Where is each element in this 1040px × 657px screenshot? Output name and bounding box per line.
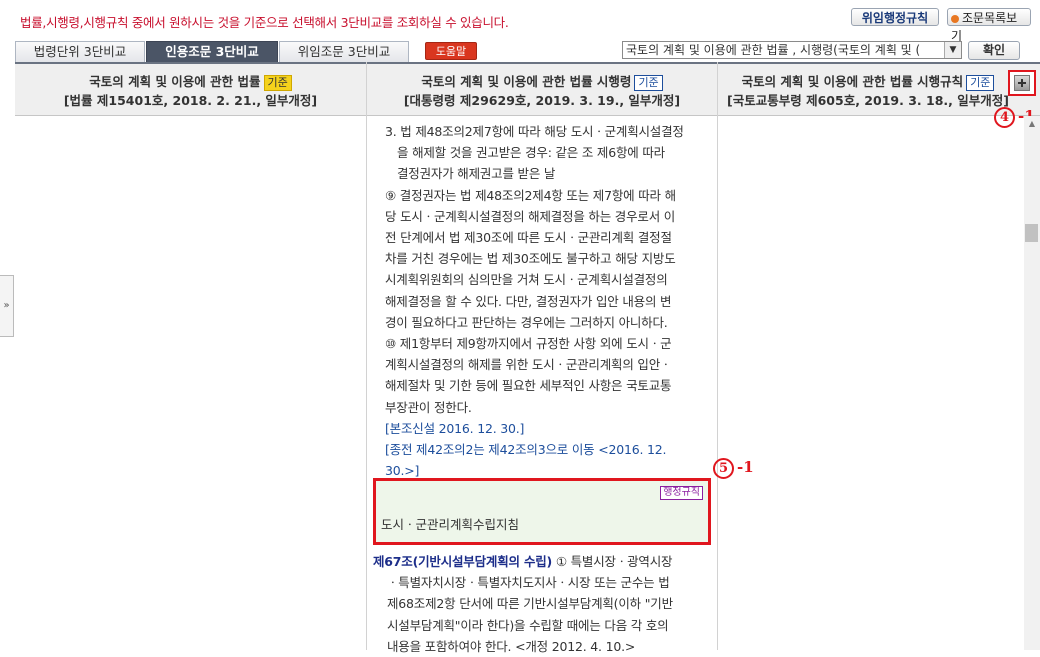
column-divider [366, 62, 367, 650]
admin-rule-link[interactable]: 도시ㆍ군관리계획수립지침 [381, 514, 519, 533]
column-decree-badge[interactable]: 기준 [634, 75, 663, 91]
help-button[interactable]: 도움말 [425, 42, 477, 60]
column-rule-title: 국토의 계획 및 이용에 관한 법률 시행규칙 [741, 74, 964, 89]
article-list-button[interactable]: 조문목록보기 [947, 8, 1031, 43]
vertical-scrollbar[interactable]: ▲ [1024, 116, 1040, 650]
column-divider [717, 62, 718, 650]
expand-panel-icon[interactable]: » [0, 275, 14, 337]
scroll-up-icon[interactable]: ▲ [1024, 116, 1040, 132]
column-law: 국토의 계획 및 이용에 관한 법률 기준 [법률 제15401호, 2018. … [15, 64, 366, 116]
bullet-icon [951, 14, 959, 23]
column-decree: 국토의 계획 및 이용에 관한 법률 시행령 기준 [대통령령 제29629호, … [367, 64, 717, 116]
decree-article-text: 3. 법 제48조의2제7항에 따라 해당 도시ㆍ군계획시설결정 을 해제할 것… [385, 121, 695, 481]
column-decree-title: 국토의 계획 및 이용에 관한 법률 시행령 [421, 74, 632, 89]
history-note: [종전 제42조의2는 제42조의3으로 이동 <2016. 12. [385, 442, 667, 458]
plus-icon [1014, 75, 1030, 91]
history-note: [본조신설 2016. 12. 30.] [385, 420, 525, 436]
annotation-marker-box: 5 -1 [713, 458, 754, 479]
delegated-rules-button[interactable]: 위임행정규칙 [851, 8, 939, 26]
add-column-button[interactable] [1008, 70, 1036, 96]
notice-text: 법률,시행령,시행규칙 중에서 원하시는 것을 기준으로 선택해서 3단비교를 … [20, 15, 509, 30]
law-select-value: 국토의 계획 및 이용에 관한 법률 , 시행령(국토의 계획 및 ( [626, 43, 921, 57]
admin-rule-box: 행정규칙 도시ㆍ군관리계획수립지침 [373, 478, 711, 545]
scrollbar-thumb[interactable] [1025, 224, 1038, 242]
column-rule-badge[interactable]: 기준 [966, 75, 995, 91]
column-law-badge[interactable]: 기준 [263, 75, 292, 91]
column-law-sub: [법률 제15401호, 2018. 2. 21., 일부개정] [63, 93, 318, 108]
article-67-title[interactable]: 제67조(기반시설부담계획의 수립) [373, 554, 552, 569]
confirm-button[interactable]: 확인 [968, 41, 1020, 60]
dropdown-arrow-icon[interactable]: ▼ [944, 42, 961, 58]
law-select[interactable]: 국토의 계획 및 이용에 관한 법률 , 시행령(국토의 계획 및 ( ▼ [622, 41, 962, 59]
tab-delegated-article[interactable]: 위임조문 3단비교 [279, 41, 409, 62]
column-header: 국토의 계획 및 이용에 관한 법률 기준 [법률 제15401호, 2018. … [15, 62, 1040, 116]
admin-rule-tag[interactable]: 행정규칙 [660, 486, 703, 500]
column-decree-sub: [대통령령 제29629호, 2019. 3. 19., 일부개정] [403, 93, 681, 108]
tab-cited-article[interactable]: 인용조문 3단비교 [146, 41, 278, 62]
article-67: 제67조(기반시설부담계획의 수립) ① 특별시장ㆍ광역시장 ㆍ특별자치시장ㆍ특… [373, 554, 673, 654]
column-rule: 국토의 계획 및 이용에 관한 법률 시행규칙 기준 [국토교통부령 제605호,… [718, 64, 1018, 116]
tab-law-unit[interactable]: 법령단위 3단비교 [15, 41, 145, 62]
column-law-title: 국토의 계획 및 이용에 관한 법률 [89, 74, 261, 89]
article-list-label: 조문목록보기 [951, 11, 1018, 43]
column-rule-sub: [국토교통부령 제605호, 2019. 3. 18., 일부개정] [727, 93, 1009, 108]
